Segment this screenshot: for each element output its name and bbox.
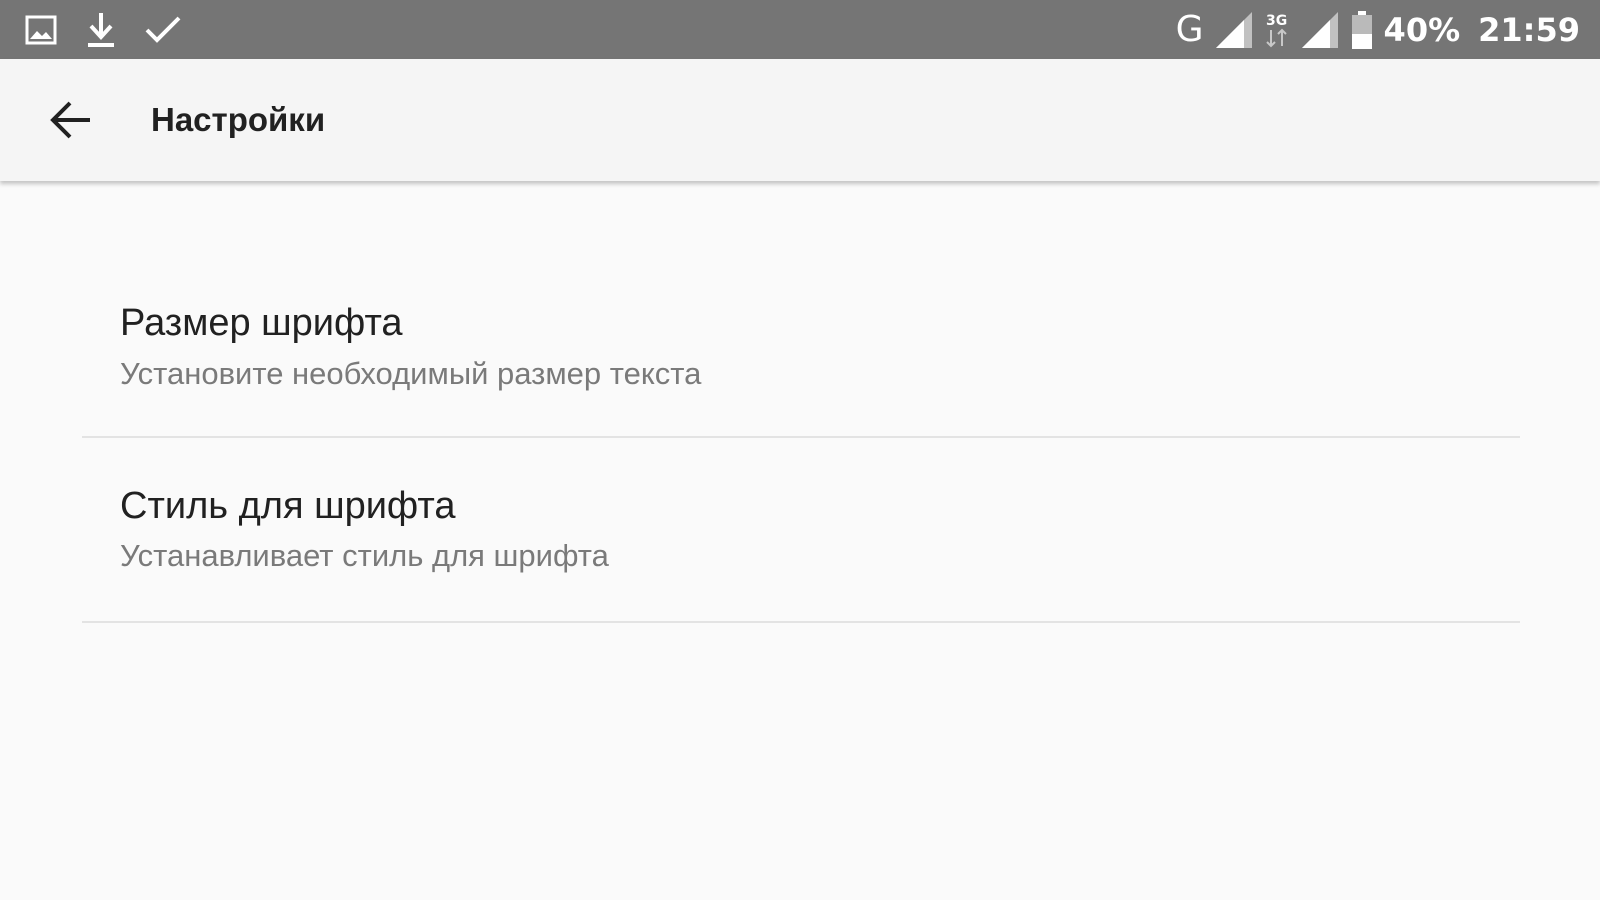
page-title: Настройки bbox=[151, 101, 326, 138]
signal-strength-icon bbox=[1214, 10, 1254, 50]
network-type-label: G bbox=[1175, 9, 1204, 50]
clock: 21:59 bbox=[1478, 11, 1580, 49]
preferences-list: Размер шрифта Установите необходимый раз… bbox=[0, 181, 1600, 900]
arrow-back-icon bbox=[50, 100, 92, 140]
preference-title: Стиль для шрифта bbox=[120, 485, 456, 527]
settings-screen: G 3G 40% 21:59 Настройки Размер шрифта У… bbox=[0, 0, 1600, 900]
preference-title: Размер шрифта bbox=[120, 302, 403, 344]
preference-font-size[interactable]: Размер шрифта Установите необходимый раз… bbox=[82, 253, 1520, 438]
back-button[interactable] bbox=[36, 87, 106, 153]
network2-label: 3G bbox=[1266, 13, 1287, 29]
preference-summary: Устанавливает стиль для шрифта bbox=[120, 538, 609, 573]
download-icon bbox=[84, 11, 118, 49]
battery-percent: 40% bbox=[1383, 11, 1461, 49]
image-notification-icon bbox=[24, 13, 58, 47]
check-icon bbox=[144, 13, 182, 47]
battery-icon bbox=[1350, 10, 1374, 50]
signal-strength-2-icon bbox=[1300, 10, 1340, 50]
system-icons: G 3G 40% 21:59 bbox=[1176, 8, 1580, 52]
notification-icons bbox=[24, 10, 182, 50]
app-toolbar: Настройки bbox=[0, 59, 1600, 181]
data-activity-icon: 3G bbox=[1264, 10, 1290, 50]
status-bar: G 3G 40% 21:59 bbox=[0, 0, 1600, 59]
preference-font-style[interactable]: Стиль для шрифта Устанавливает стиль для… bbox=[82, 438, 1520, 623]
preference-summary: Установите необходимый размер текста bbox=[120, 356, 702, 391]
